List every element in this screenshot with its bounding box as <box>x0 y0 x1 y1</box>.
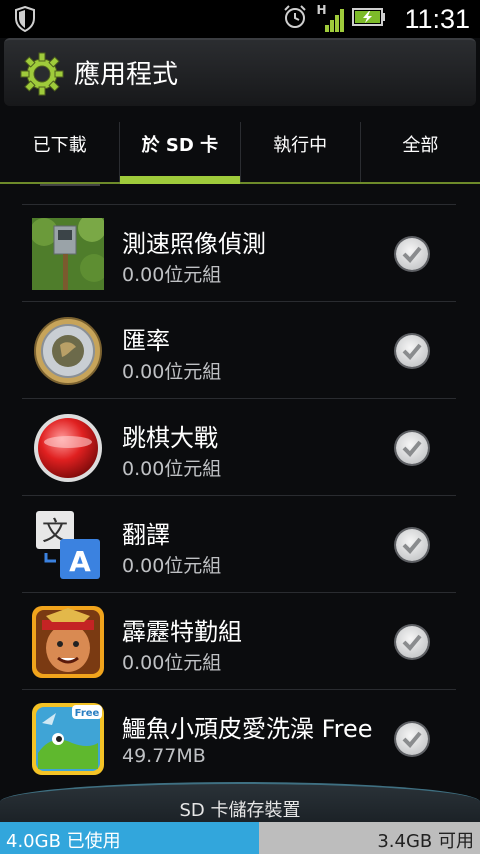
translate-icon: 文 A <box>32 509 104 581</box>
tab-on-sd-card[interactable]: 於 SD 卡 <box>120 122 241 184</box>
active-tab-indicator <box>120 176 240 184</box>
tab-all[interactable]: 全部 <box>361 122 480 182</box>
divider <box>22 204 456 205</box>
tab-label: 已下載 <box>32 135 87 156</box>
app-list[interactable]: 測速照像偵測 0.00位元組 匯率 0.00位元組 跳棋大戰 0.00位元組 文… <box>0 184 480 794</box>
storage-used-text: 4.0GB 已使用 <box>6 831 121 852</box>
checkers-battle-icon <box>32 412 104 484</box>
storage-free-text: 3.4GB 可用 <box>377 831 474 852</box>
app-name: 翻譯 <box>122 521 170 549</box>
list-top-edge <box>40 184 100 186</box>
app-name: 鱷魚小頑皮愛洗澡 Free <box>122 715 373 743</box>
checkmark-icon[interactable] <box>396 432 428 464</box>
divider <box>22 495 456 496</box>
list-item-speed-camera[interactable]: 測速照像偵測 0.00位元組 <box>0 204 480 301</box>
storage-usage-bar: 4.0GB 已使用 3.4GB 可用 <box>0 822 480 854</box>
checkmark-icon[interactable] <box>396 723 428 755</box>
app-size: 0.00位元組 <box>122 555 222 577</box>
list-item-checkers[interactable]: 跳棋大戰 0.00位元組 <box>0 398 480 495</box>
list-item-commando[interactable]: 霹靂特勤組 0.00位元組 <box>0 592 480 689</box>
battery-charging-icon <box>352 7 386 31</box>
app-name: 測速照像偵測 <box>122 230 266 258</box>
signal-icon: H <box>316 3 345 33</box>
app-size: 0.00位元組 <box>122 264 222 286</box>
tab-bar: 已下載 於 SD 卡 執行中 全部 <box>0 122 480 184</box>
app-name: 跳棋大戰 <box>122 424 218 452</box>
app-name: 匯率 <box>122 327 170 355</box>
settings-gear-icon <box>20 52 64 96</box>
tab-label: 於 SD 卡 <box>141 135 219 156</box>
divider <box>22 398 456 399</box>
tab-downloaded[interactable]: 已下載 <box>0 122 121 182</box>
exchange-rate-coin-icon <box>32 315 104 387</box>
app-size: 0.00位元組 <box>122 652 222 674</box>
speed-camera-icon <box>30 214 108 290</box>
checkmark-icon[interactable] <box>396 529 428 561</box>
checkmark-icon[interactable] <box>396 335 428 367</box>
divider <box>22 301 456 302</box>
checkmark-icon[interactable] <box>396 238 428 270</box>
checkmark-icon[interactable] <box>396 626 428 658</box>
app-title-bar: 應用程式 <box>4 38 476 106</box>
app-size: 0.00位元組 <box>122 458 222 480</box>
divider <box>22 689 456 690</box>
page-title: 應用程式 <box>74 60 179 90</box>
tab-label: 執行中 <box>273 135 328 156</box>
status-bar: H 11:31 <box>0 0 480 38</box>
crocodile-game-icon: Free <box>32 703 104 775</box>
app-size: 0.00位元組 <box>122 361 222 383</box>
alarm-icon <box>282 4 308 34</box>
list-item-translate[interactable]: 文 A 翻譯 0.00位元組 <box>0 495 480 592</box>
list-item-exchange-rate[interactable]: 匯率 0.00位元組 <box>0 301 480 398</box>
clock-time: 11:31 <box>404 3 470 34</box>
commando-game-icon <box>32 606 104 678</box>
tab-label: 全部 <box>402 135 439 156</box>
app-name: 霹靂特勤組 <box>122 618 242 646</box>
divider <box>22 592 456 593</box>
storage-label: SD 卡儲存裝置 <box>179 800 301 821</box>
shield-icon <box>14 5 36 36</box>
svg-text:A: A <box>69 545 91 578</box>
list-item-crocodile[interactable]: Free 鱷魚小頑皮愛洗澡 Free 49.77MB <box>0 689 480 786</box>
app-size: 49.77MB <box>122 745 206 767</box>
tab-running[interactable]: 執行中 <box>241 122 361 182</box>
svg-text:Free: Free <box>75 708 100 719</box>
